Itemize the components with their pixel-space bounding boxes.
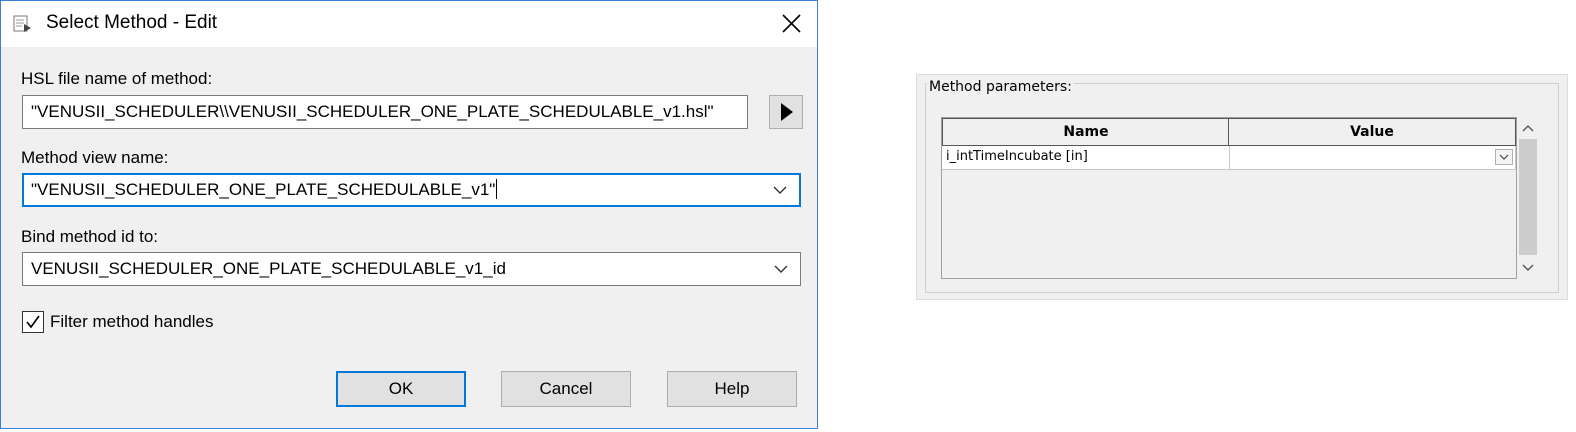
ok-button[interactable]: OK xyxy=(336,371,466,407)
chevron-down-icon[interactable] xyxy=(774,253,788,285)
value-dropdown-button[interactable] xyxy=(1495,149,1513,165)
method-file-icon xyxy=(13,15,33,33)
scroll-down-icon[interactable] xyxy=(1520,259,1536,275)
play-arrow-icon xyxy=(781,103,793,121)
param-name-text: i_intTimeIncubate [in] xyxy=(946,149,1088,164)
hsl-file-label: HSL file name of method: xyxy=(21,69,213,88)
chevron-down-icon[interactable] xyxy=(773,175,787,205)
parameters-grid: Name Value i_intTimeIncubate [in] xyxy=(941,117,1517,279)
close-button[interactable] xyxy=(773,7,809,41)
select-method-dialog: Select Method - Edit HSL file name of me… xyxy=(0,0,818,429)
scrollbar-thumb[interactable] xyxy=(1519,139,1537,255)
close-icon xyxy=(782,14,801,33)
method-view-value: "VENUSII_SCHEDULER_ONE_PLATE_SCHEDULABLE… xyxy=(31,180,496,199)
bind-method-id-value: VENUSII_SCHEDULER_ONE_PLATE_SCHEDULABLE_… xyxy=(31,259,506,278)
method-parameters-label: Method parameters: xyxy=(927,79,1074,95)
scroll-up-icon[interactable] xyxy=(1520,121,1536,137)
param-name-cell[interactable]: i_intTimeIncubate [in] xyxy=(942,146,1230,170)
filter-method-handles-checkbox[interactable] xyxy=(22,311,44,333)
parameters-vertical-scrollbar[interactable] xyxy=(1517,117,1539,279)
hsl-file-field[interactable]: "VENUSII_SCHEDULER\\VENUSII_SCHEDULER_ON… xyxy=(22,95,748,129)
column-header-value[interactable]: Value xyxy=(1228,118,1516,146)
cancel-button[interactable]: Cancel xyxy=(501,371,631,407)
help-button[interactable]: Help xyxy=(667,371,797,407)
method-view-label: Method view name: xyxy=(21,148,169,167)
checkmark-icon xyxy=(26,315,40,329)
hsl-file-value: "VENUSII_SCHEDULER\\VENUSII_SCHEDULER_ON… xyxy=(31,102,714,121)
title-bar: Select Method - Edit xyxy=(1,1,817,47)
param-value-cell[interactable] xyxy=(1230,146,1516,170)
bind-method-id-combobox[interactable]: VENUSII_SCHEDULER_ONE_PLATE_SCHEDULABLE_… xyxy=(22,252,801,286)
column-header-name[interactable]: Name xyxy=(942,118,1230,146)
browse-method-button[interactable] xyxy=(769,95,803,129)
chevron-down-icon xyxy=(1499,154,1509,160)
text-cursor xyxy=(496,179,498,199)
method-view-combobox[interactable]: "VENUSII_SCHEDULER_ONE_PLATE_SCHEDULABLE… xyxy=(22,173,801,207)
dialog-title: Select Method - Edit xyxy=(46,12,218,33)
filter-method-handles-label[interactable]: Filter method handles xyxy=(50,312,213,332)
method-parameters-panel: Method parameters: Name Value i_intTimeI… xyxy=(916,74,1568,300)
bind-method-id-label: Bind method id to: xyxy=(21,227,159,246)
